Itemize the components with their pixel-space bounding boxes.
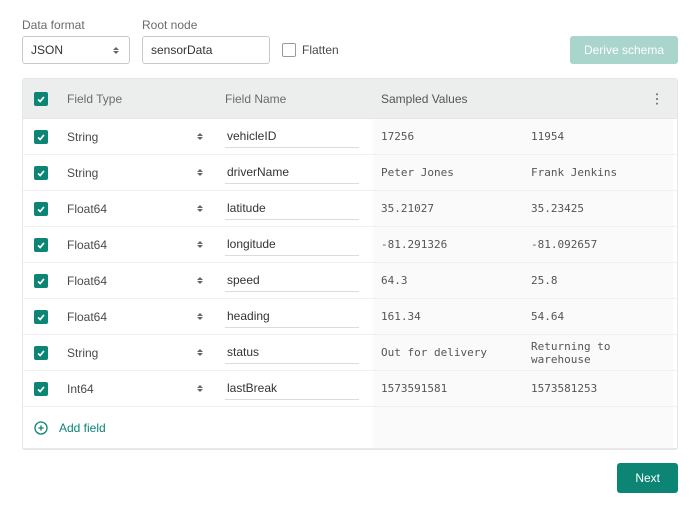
updown-icon	[197, 205, 203, 212]
field-name-input[interactable]	[225, 341, 359, 364]
table-row: String 17256 11954	[23, 119, 677, 155]
field-type-select[interactable]: Float64	[59, 263, 217, 298]
select-all-checkbox[interactable]	[34, 92, 48, 106]
row-checkbox[interactable]	[34, 310, 48, 324]
sample-value-2: 35.23425	[523, 191, 673, 226]
table-row: Float64 35.21027 35.23425	[23, 191, 677, 227]
table-row: Int64 1573591581 1573581253	[23, 371, 677, 407]
col-field-type[interactable]: Field Type	[59, 79, 217, 118]
updown-icon	[197, 349, 203, 356]
field-name-input[interactable]	[225, 233, 359, 256]
table-row: String Out for delivery Returning to war…	[23, 335, 677, 371]
updown-icon	[197, 313, 203, 320]
data-format-label: Data format	[22, 18, 130, 32]
footer: Next	[22, 448, 678, 493]
row-checkbox[interactable]	[34, 166, 48, 180]
field-name-input[interactable]	[225, 305, 359, 328]
updown-icon	[197, 385, 203, 392]
flatten-checkbox[interactable]	[282, 43, 296, 57]
field-type-select[interactable]: Float64	[59, 227, 217, 262]
field-type-select[interactable]: Float64	[59, 299, 217, 334]
row-checkbox[interactable]	[34, 382, 48, 396]
updown-icon	[197, 277, 203, 284]
sample-value-2: -81.092657	[523, 227, 673, 262]
updown-icon	[111, 47, 121, 54]
sample-value-1: Out for delivery	[373, 335, 523, 370]
field-name-input[interactable]	[225, 377, 359, 400]
sample-value-1: 161.34	[373, 299, 523, 334]
row-checkbox[interactable]	[34, 346, 48, 360]
sample-value-1: 64.3	[373, 263, 523, 298]
table-header: Field Type Field Name Sampled Values	[23, 79, 677, 119]
table-row: Float64 64.3 25.8	[23, 263, 677, 299]
col-field-name[interactable]: Field Name	[217, 79, 373, 118]
field-name-input[interactable]	[225, 197, 359, 220]
field-type-select[interactable]: Float64	[59, 191, 217, 226]
sample-value-2: 25.8	[523, 263, 673, 298]
field-name-input[interactable]	[225, 125, 359, 148]
sample-value-1: Peter Jones	[373, 155, 523, 190]
sample-value-2: 54.64	[523, 299, 673, 334]
flatten-toggle[interactable]: Flatten	[282, 36, 339, 64]
field-type-select[interactable]: String	[59, 155, 217, 190]
updown-icon	[197, 241, 203, 248]
sample-value-2: 11954	[523, 119, 673, 154]
sample-value-1: 1573591581	[373, 371, 523, 406]
schema-table: Field Type Field Name Sampled Values Str…	[22, 78, 678, 450]
table-row: String Peter Jones Frank Jenkins	[23, 155, 677, 191]
row-checkbox[interactable]	[34, 130, 48, 144]
root-node-label: Root node	[142, 18, 270, 32]
top-controls: Data format JSON Root node Flatten Deriv…	[22, 18, 678, 64]
field-type-select[interactable]: String	[59, 119, 217, 154]
sampled-pad	[373, 407, 673, 449]
updown-icon	[197, 169, 203, 176]
more-options-icon[interactable]	[649, 91, 665, 107]
add-field-label: Add field	[59, 421, 373, 435]
row-checkbox[interactable]	[34, 202, 48, 216]
row-checkbox[interactable]	[34, 274, 48, 288]
sample-value-2: Returning to warehouse	[523, 335, 673, 370]
sample-value-2: Frank Jenkins	[523, 155, 673, 190]
plus-circle-icon	[33, 420, 49, 436]
col-sampled-values: Sampled Values	[373, 79, 523, 118]
next-button[interactable]: Next	[617, 463, 678, 493]
sample-value-1: -81.291326	[373, 227, 523, 262]
data-format-select[interactable]: JSON	[22, 36, 130, 64]
table-row: Float64 161.34 54.64	[23, 299, 677, 335]
row-checkbox[interactable]	[34, 238, 48, 252]
updown-icon	[197, 133, 203, 140]
sample-value-1: 35.21027	[373, 191, 523, 226]
field-type-select[interactable]: Int64	[59, 371, 217, 406]
sample-value-2: 1573581253	[523, 371, 673, 406]
table-row: Float64 -81.291326 -81.092657	[23, 227, 677, 263]
flatten-label: Flatten	[302, 43, 339, 57]
data-format-value: JSON	[31, 43, 63, 57]
field-type-select[interactable]: String	[59, 335, 217, 370]
sample-value-1: 17256	[373, 119, 523, 154]
root-node-input[interactable]	[142, 36, 270, 64]
derive-schema-button[interactable]: Derive schema	[570, 36, 678, 64]
field-name-input[interactable]	[225, 161, 359, 184]
field-name-input[interactable]	[225, 269, 359, 292]
add-field-row[interactable]: Add field	[23, 407, 677, 449]
